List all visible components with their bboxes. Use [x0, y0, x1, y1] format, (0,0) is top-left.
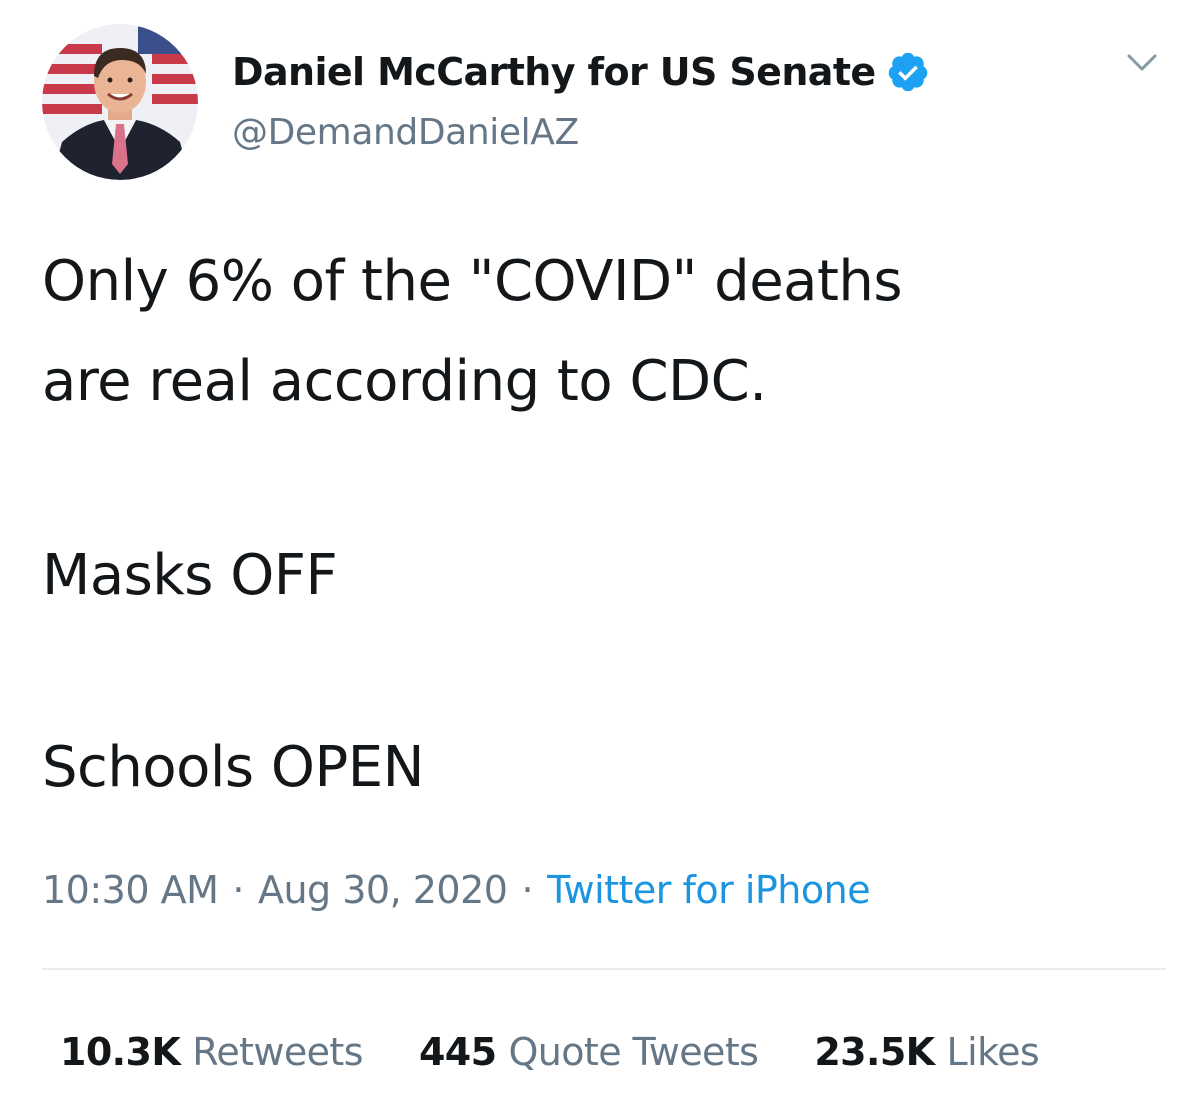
- likes-label: Likes: [946, 1030, 1040, 1074]
- quote-tweets-stat[interactable]: 445 Quote Tweets: [418, 1030, 759, 1074]
- verified-badge-icon: [886, 50, 930, 94]
- tweet-meta: 10:30 AM · Aug 30, 2020 · Twitter for iP…: [42, 868, 871, 912]
- author-name-row: Daniel McCarthy for US Senate: [232, 44, 930, 100]
- tweet-date[interactable]: Aug 30, 2020: [258, 868, 508, 912]
- tweet-time[interactable]: 10:30 AM: [42, 868, 219, 912]
- tweet-text-line: Schools OPEN: [42, 735, 425, 800]
- author-display-name[interactable]: Daniel McCarthy for US Senate: [232, 50, 876, 94]
- likes-stat[interactable]: 23.5K Likes: [814, 1030, 1039, 1074]
- author-handle[interactable]: @DemandDanielAZ: [232, 112, 579, 153]
- quote-tweets-count: 445: [418, 1030, 497, 1074]
- divider: [42, 968, 1166, 970]
- quote-tweets-label: Quote Tweets: [508, 1030, 759, 1074]
- tweet-stats: 10.3K Retweets 445 Quote Tweets 23.5K Li…: [60, 1030, 1040, 1074]
- tweet-card: Daniel McCarthy for US Senate @DemandDan…: [0, 0, 1200, 1108]
- retweets-label: Retweets: [192, 1030, 363, 1074]
- chevron-down-icon[interactable]: [1122, 44, 1162, 80]
- meta-separator: ·: [232, 868, 244, 912]
- meta-separator: ·: [521, 868, 534, 912]
- tweet-text-line: Only 6% of the "COVID" deaths: [42, 249, 903, 314]
- profile-photo: [42, 24, 198, 180]
- retweets-stat[interactable]: 10.3K Retweets: [60, 1030, 364, 1074]
- likes-count: 23.5K: [814, 1030, 935, 1074]
- retweets-count: 10.3K: [60, 1030, 181, 1074]
- tweet-text-line: are real according to CDC.: [42, 349, 767, 414]
- avatar[interactable]: [42, 24, 198, 180]
- tweet-source-link[interactable]: Twitter for iPhone: [547, 868, 871, 912]
- tweet-text-line: Masks OFF: [42, 543, 338, 608]
